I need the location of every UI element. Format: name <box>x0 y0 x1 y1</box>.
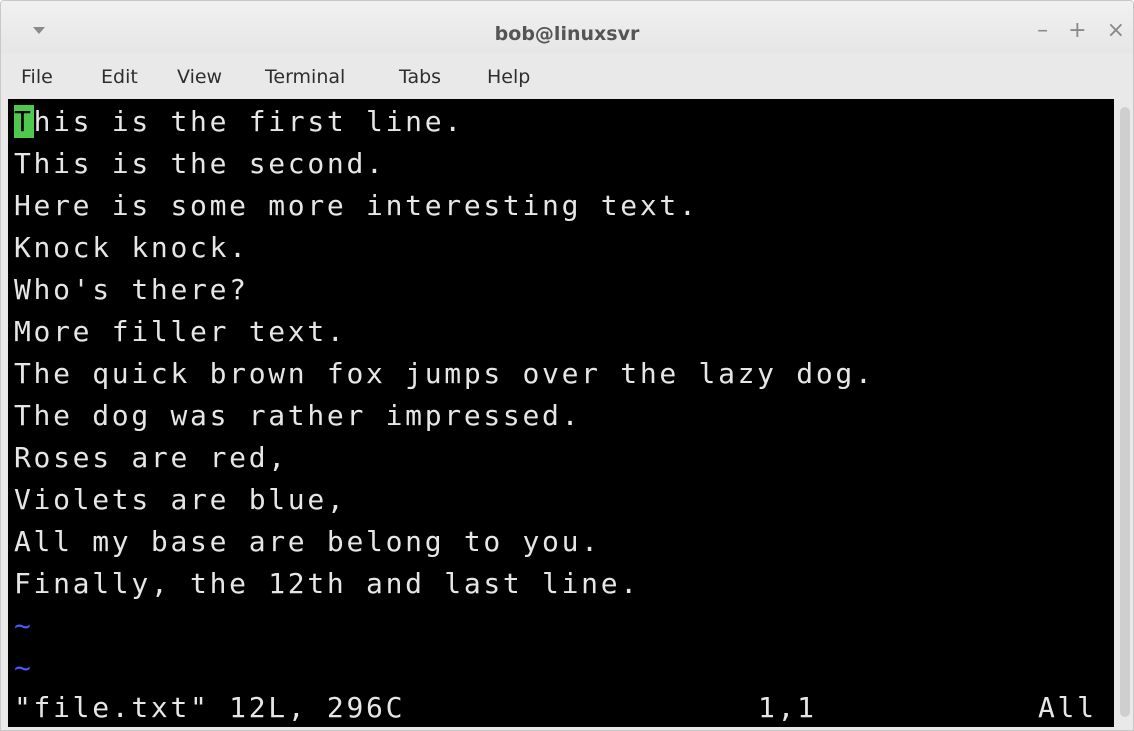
terminal-window: bob@linuxsvr – + × File Edit View Termin… <box>0 0 1134 731</box>
scrollbar[interactable] <box>1117 99 1133 727</box>
empty-line-marker: ~ <box>14 651 34 684</box>
status-scroll-indicator: All <box>1038 691 1097 724</box>
maximize-icon[interactable]: + <box>1068 19 1086 43</box>
menu-file[interactable]: File <box>21 64 53 90</box>
editor-line: Here is some more interesting text. <box>14 189 699 222</box>
editor-line: More filler text. <box>14 315 347 348</box>
menu-help[interactable]: Help <box>487 64 530 90</box>
editor-line: All my base are belong to you. <box>14 525 601 558</box>
title-bar[interactable]: bob@linuxsvr – + × <box>1 1 1133 53</box>
window-title: bob@linuxsvr <box>494 23 640 45</box>
editor-line: Violets are blue, <box>14 483 347 516</box>
minimize-icon[interactable]: – <box>1037 19 1048 43</box>
menu-view[interactable]: View <box>177 64 222 90</box>
window-controls: – + × <box>1037 19 1125 43</box>
editor-line: This is the first line. <box>14 101 464 143</box>
text-cursor: T <box>14 105 34 138</box>
scrollbar-thumb[interactable] <box>1120 107 1130 717</box>
editor-line: Knock knock. <box>14 231 249 264</box>
terminal-content[interactable]: This is the first line. This is the seco… <box>8 99 1114 727</box>
editor-line: Roses are red, <box>14 441 288 474</box>
editor-line: Who's there? <box>14 273 249 306</box>
menu-bar: File Edit View Terminal Tabs Help <box>1 53 1133 99</box>
editor-line: The dog was rather impressed. <box>14 399 582 432</box>
status-cursor-position: 1,1 <box>758 691 817 724</box>
first-line-text: his is the first line. <box>33 105 464 138</box>
status-file-info: "file.txt" 12L, 296C <box>14 691 406 724</box>
menu-edit[interactable]: Edit <box>101 64 138 90</box>
editor-line: The quick brown fox jumps over the lazy … <box>14 357 875 390</box>
menu-terminal[interactable]: Terminal <box>265 64 345 90</box>
close-icon[interactable]: × <box>1107 19 1125 43</box>
empty-line-marker: ~ <box>14 609 34 642</box>
editor-line: This is the second. <box>14 147 386 180</box>
editor-line: Finally, the 12th and last line. <box>14 567 640 600</box>
menu-tabs[interactable]: Tabs <box>399 64 441 90</box>
